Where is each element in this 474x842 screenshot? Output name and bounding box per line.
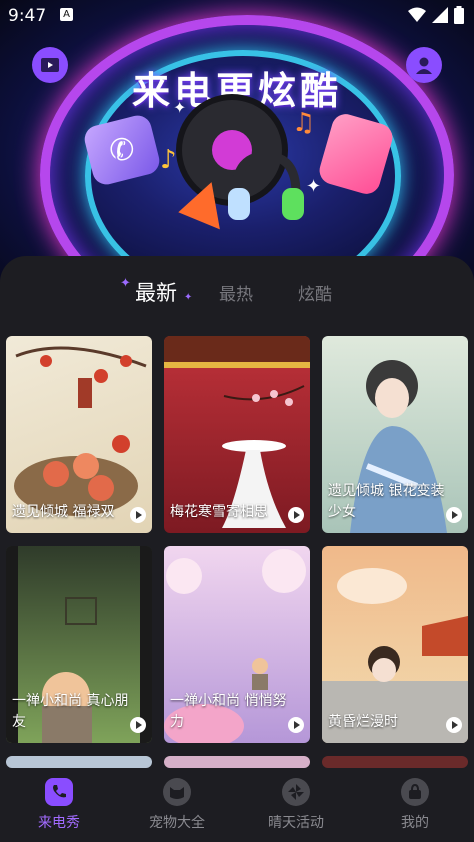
bag-icon [401, 778, 429, 806]
ringtone-card[interactable]: 梅花寒雪寄相思 [164, 336, 310, 533]
status-icons [408, 6, 464, 24]
user-icon [416, 57, 432, 74]
ringtone-card[interactable]: 遗见倾城 福禄双 [6, 336, 152, 533]
ringtone-card[interactable]: 遗见倾城 银花变装少女 [322, 336, 468, 533]
play-icon[interactable] [288, 507, 304, 523]
notification-a-icon: A [60, 8, 73, 21]
signal-icon [432, 7, 448, 23]
video-button[interactable] [32, 47, 68, 83]
nav-item-call-show[interactable]: 来电秀 [0, 778, 118, 832]
tab-cool[interactable]: 炫酷 [298, 280, 332, 305]
status-time: 9:47 [8, 6, 47, 26]
play-icon[interactable] [446, 507, 462, 523]
phone-icon [45, 778, 73, 806]
video-icon [41, 58, 59, 72]
sparkle-icon: ✦ [306, 176, 322, 197]
play-triangle-illustration [174, 182, 220, 236]
wifi-icon [408, 7, 426, 22]
play-icon[interactable] [288, 717, 304, 733]
card-caption: 遗见倾城 福禄双 [12, 504, 115, 520]
card-caption: 梅花寒雪寄相思 [170, 504, 268, 520]
ringtone-card-partial[interactable] [164, 756, 310, 768]
ringtone-card-partial[interactable] [322, 756, 468, 768]
profile-button[interactable] [406, 47, 442, 83]
sparkle-icon: ✦ [184, 292, 193, 303]
status-bar: 9:47 A [0, 0, 474, 32]
card-caption: 黄昏烂漫时 [328, 714, 398, 730]
headphone-illustration [228, 151, 304, 220]
play-icon[interactable] [130, 717, 146, 733]
tab-hot[interactable]: 最热 [219, 280, 253, 305]
nav-item-activities[interactable]: 晴天活动 [237, 778, 355, 832]
hero-banner: 来电更炫酷 ✆ ♪ ♫ ✦ ✦ [0, 0, 474, 280]
pet-icon [163, 778, 191, 806]
pinwheel-icon [282, 778, 310, 806]
tab-latest[interactable]: 最新 [135, 277, 177, 307]
sparkle-icon: ✦ [173, 98, 187, 117]
nav-label: 晴天活动 [268, 815, 324, 831]
music-note-icon: ♫ [292, 108, 316, 138]
ringtone-card[interactable]: 黄昏烂漫时 [322, 546, 468, 743]
ringtone-card[interactable]: 一禅小和尚 真心朋友 [6, 546, 152, 743]
play-icon[interactable] [446, 717, 462, 733]
card-caption: 一禅小和尚 悄悄努力 [170, 693, 287, 730]
nav-item-pets[interactable]: 宠物大全 [118, 778, 236, 832]
card-caption: 遗见倾城 银花变装少女 [328, 483, 445, 520]
card-caption: 一禅小和尚 真心朋友 [12, 693, 129, 730]
battery-icon [454, 6, 464, 24]
nav-label: 我的 [401, 815, 429, 831]
play-icon[interactable] [130, 507, 146, 523]
category-tabs: ✦ ✦ 最新 最热 炫酷 [0, 276, 474, 310]
nav-label: 宠物大全 [149, 815, 205, 831]
ringtone-card[interactable]: 一禅小和尚 悄悄努力 [164, 546, 310, 743]
ringtone-card-partial[interactable] [6, 756, 152, 768]
sparkle-icon: ✦ [120, 276, 131, 291]
nav-label: 来电秀 [38, 815, 80, 831]
bottom-navigation: 来电秀 宠物大全 晴天活动 我的 [0, 768, 474, 842]
music-note-icon: ♪ [160, 145, 177, 175]
nav-item-mine[interactable]: 我的 [356, 778, 474, 832]
